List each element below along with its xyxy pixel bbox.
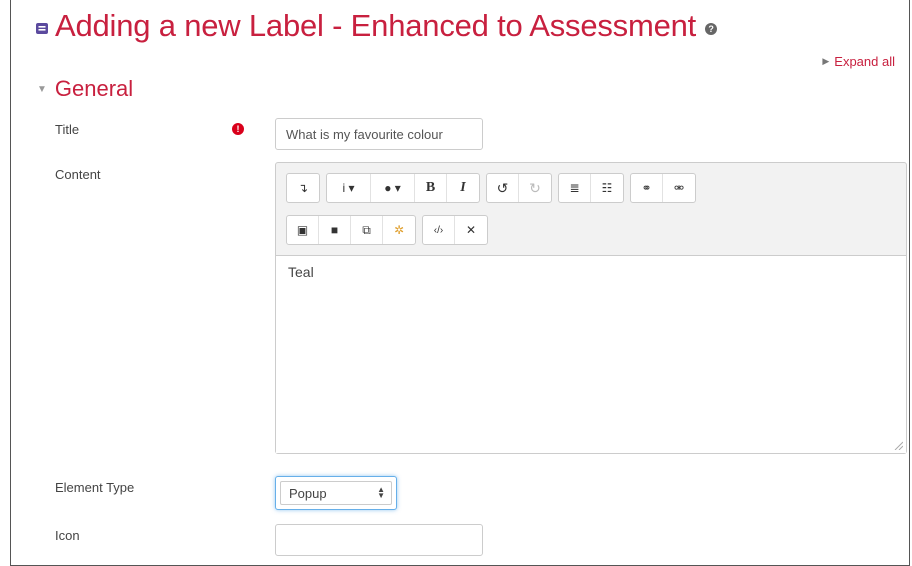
- title-label: Title: [55, 122, 80, 137]
- select-arrows-icon: ▲ ▼: [377, 485, 385, 500]
- required-icon: !: [232, 123, 244, 135]
- element-type-label: Element Type: [55, 480, 135, 495]
- section-general-toggle[interactable]: ▼ General: [37, 76, 133, 102]
- form-frame: Adding a new Label - Enhanced to Assessm…: [10, 0, 910, 566]
- accessibility-checker-button[interactable]: ✲: [383, 216, 415, 244]
- element-type-select-inner: Popup ▲ ▼: [280, 481, 392, 505]
- resize-handle-icon[interactable]: [893, 440, 903, 450]
- toolbar-group-view: ‹/› ✕: [422, 215, 488, 245]
- content-edit-area[interactable]: Teal: [276, 255, 906, 453]
- toolbar-group-media: ▣ ■ ⧉ ✲: [286, 215, 416, 245]
- collapse-toolbar-button[interactable]: ↴: [287, 174, 319, 202]
- ordered-list-button[interactable]: ☷: [591, 174, 623, 202]
- font-color-button[interactable]: ● ▾: [371, 174, 415, 202]
- content-label: Content: [55, 167, 101, 182]
- section-title: General: [54, 76, 134, 101]
- help-icon[interactable]: ?: [705, 23, 718, 35]
- element-type-value: Popup: [289, 485, 327, 501]
- toolbar-group-links: ⚭ ⚮: [630, 173, 696, 203]
- paragraph-style-button[interactable]: i ▾: [327, 174, 371, 202]
- toolbar-group-style: i ▾ ● ▾ B I: [326, 173, 480, 203]
- page-title: Adding a new Label - Enhanced to Assessm…: [55, 8, 697, 43]
- toolbar-group-collapse: ↴: [286, 173, 320, 203]
- insert-image-button[interactable]: ▣: [287, 216, 319, 244]
- module-icon: [36, 23, 48, 34]
- expand-triangle-icon: ▶: [822, 56, 830, 66]
- editor-toolbar-row-2: ▣ ■ ⧉ ✲ ‹/› ✕: [286, 215, 494, 245]
- bold-button[interactable]: B: [415, 174, 447, 202]
- content-editor: ↴ i ▾ ● ▾ B I ↺ ↻ ≣ ☷ ⚭ ⚮ ▣ ■ ⧉ ✲ ‹/› ✕ …: [275, 162, 907, 454]
- element-type-select[interactable]: Popup ▲ ▼: [275, 476, 397, 510]
- unordered-list-button[interactable]: ≣: [559, 174, 591, 202]
- italic-button[interactable]: I: [447, 174, 479, 202]
- expand-all-link[interactable]: ▶ Expand all: [822, 54, 895, 69]
- undo-button[interactable]: ↺: [487, 174, 519, 202]
- fullscreen-button[interactable]: ✕: [455, 216, 487, 244]
- expand-all-label: Expand all: [834, 54, 895, 69]
- icon-input[interactable]: [275, 524, 483, 556]
- editor-toolbar-row-1: ↴ i ▾ ● ▾ B I ↺ ↻ ≣ ☷ ⚭ ⚮: [286, 173, 702, 203]
- collapse-caret-icon: ▼: [37, 83, 47, 95]
- icon-label: Icon: [55, 528, 80, 543]
- insert-media-button[interactable]: ■: [319, 216, 351, 244]
- title-input[interactable]: What is my favourite colour: [275, 118, 483, 150]
- toolbar-group-history: ↺ ↻: [486, 173, 552, 203]
- html-source-button[interactable]: ‹/›: [423, 216, 455, 244]
- toolbar-group-lists: ≣ ☷: [558, 173, 624, 203]
- redo-button[interactable]: ↻: [519, 174, 551, 202]
- link-button[interactable]: ⚭: [631, 174, 663, 202]
- manage-files-button[interactable]: ⧉: [351, 216, 383, 244]
- page-heading: Adding a new Label - Enhanced to Assessm…: [35, 6, 718, 46]
- unlink-button[interactable]: ⚮: [663, 174, 695, 202]
- content-text: Teal: [288, 264, 314, 280]
